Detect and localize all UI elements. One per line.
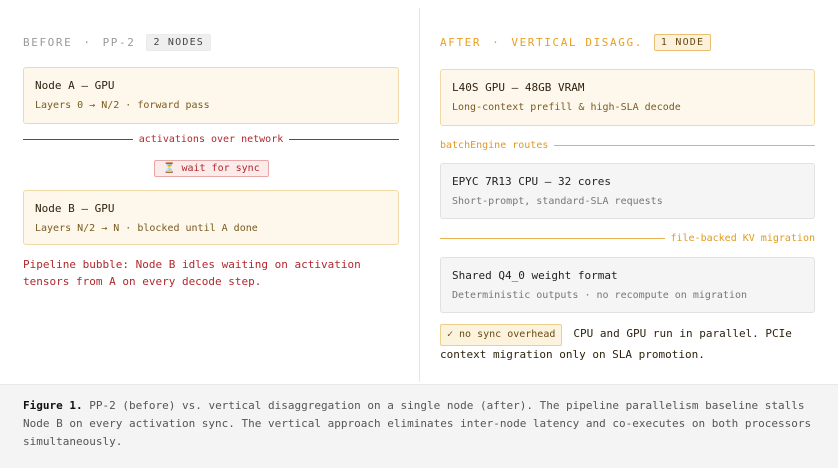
cpu-card: EPYC 7R13 CPU — 32 cores Short-prompt, s… <box>440 163 815 219</box>
header-separator: · <box>492 36 501 49</box>
migration-connector: file-backed KV migration <box>440 233 815 244</box>
header-separator: · <box>83 36 92 49</box>
after-label: AFTER <box>440 36 482 49</box>
after-scheme: VERTICAL DISAGG. <box>511 36 643 49</box>
routes-connector: batchEngine routes <box>440 140 815 151</box>
weights-subtitle: Deterministic outputs · no recompute on … <box>452 290 748 301</box>
connector-line <box>554 145 815 146</box>
column-divider <box>419 8 420 382</box>
weights-card: Shared Q4_0 weight format Deterministic … <box>440 257 815 313</box>
cpu-subtitle: Short-prompt, standard-SLA requests <box>452 196 663 207</box>
network-label: activations over network <box>138 134 284 145</box>
before-header: BEFORE · PP-2 2 NODES <box>23 34 212 51</box>
cpu-title: EPYC 7R13 CPU — 32 cores <box>452 175 611 188</box>
no-sync-overhead-badge: ✓ no sync overhead <box>440 324 563 346</box>
gpu-title: L40S GPU — 48GB VRAM <box>452 81 585 94</box>
figure-label: Figure 1. <box>23 399 83 412</box>
gpu-card: L40S GPU — 48GB VRAM Long-context prefil… <box>440 69 815 126</box>
wait-for-sync-badge: ⏳ wait for sync <box>154 160 269 177</box>
caption-text: PP-2 (before) vs. vertical disaggregatio… <box>23 399 812 448</box>
figure-caption: Figure 1. PP-2 (before) vs. vertical dis… <box>0 384 838 468</box>
node-count-badge: 2 NODES <box>146 34 212 51</box>
node-b-title: Node B — GPU <box>35 202 115 215</box>
node-a-subtitle: Layers 0 → N/2 · forward pass <box>35 100 210 111</box>
node-b-card: Node B — GPU Layers N/2 → N · blocked un… <box>23 190 399 245</box>
routes-label: batchEngine routes <box>440 140 549 151</box>
node-b-subtitle: Layers N/2 → N · blocked until A done <box>35 223 258 234</box>
network-connector: activations over network <box>23 134 399 145</box>
node-count-badge: 1 NODE <box>653 34 712 51</box>
hourglass-icon: ⏳ <box>163 163 176 174</box>
before-scheme: PP-2 <box>102 36 136 49</box>
connector-line-right <box>289 139 399 140</box>
node-a-title: Node A — GPU <box>35 79 115 92</box>
connector-line <box>440 238 665 239</box>
after-header: AFTER · VERTICAL DISAGG. 1 NODE <box>440 34 712 51</box>
weights-title: Shared Q4_0 weight format <box>452 269 618 282</box>
parallel-note: ✓ no sync overhead CPU and GPU run in par… <box>440 324 825 364</box>
connector-line-left <box>23 139 133 140</box>
node-a-card: Node A — GPU Layers 0 → N/2 · forward pa… <box>23 67 399 124</box>
before-label: BEFORE <box>23 36 73 49</box>
pipeline-bubble-note: Pipeline bubble: Node B idles waiting on… <box>23 258 361 288</box>
migration-label: file-backed KV migration <box>670 233 816 244</box>
wait-label: wait for sync <box>181 163 260 174</box>
gpu-subtitle: Long-context prefill & high-SLA decode <box>452 102 681 113</box>
